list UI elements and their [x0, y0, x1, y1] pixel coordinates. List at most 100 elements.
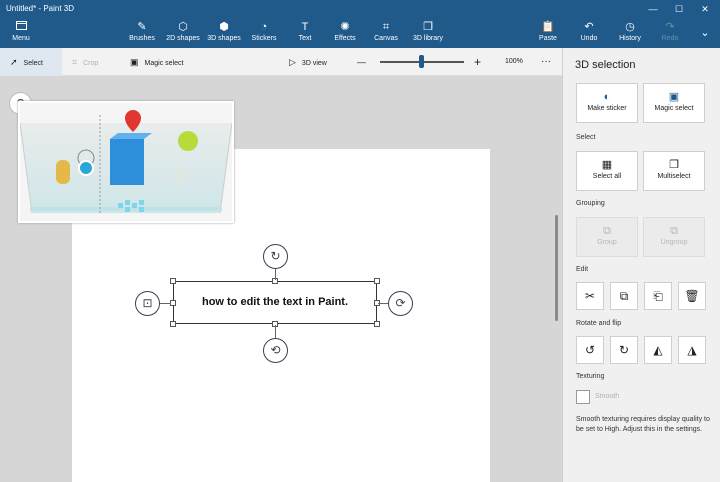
minimize-button[interactable]: — — [640, 0, 666, 18]
smooth-label: Smooth — [595, 393, 620, 400]
more-options-button[interactable]: ··· — [541, 48, 555, 76]
canvas-button[interactable]: ⌗ Canvas — [372, 20, 400, 47]
texturing-note: Smooth texturing requires display qualit… — [576, 416, 710, 433]
handle-connector — [275, 325, 276, 338]
multiselect-button[interactable]: ❐ Multiselect — [643, 151, 705, 191]
rotate-icon: ⟳ — [395, 296, 406, 310]
paste-icon: ⎗ — [653, 289, 663, 303]
flip-vertical-icon: ◮ — [687, 343, 697, 357]
magic-select-icon: ▣ — [668, 91, 680, 103]
2d-shapes-button[interactable]: ⬡ 2D shapes — [164, 20, 202, 47]
grouping-section-label: Grouping — [576, 200, 605, 207]
brush-icon: ✎ — [137, 21, 147, 33]
brushes-button[interactable]: ✎ Brushes — [127, 20, 157, 47]
3d-library-icon: ❒ — [423, 21, 433, 33]
text-icon: T — [301, 21, 309, 33]
history-button[interactable]: ◷ History — [617, 20, 643, 47]
copy-icon: ⧉ — [619, 289, 629, 303]
flip-horizontal-icon: ◭ — [653, 343, 663, 357]
rotate-icon: ↻ — [270, 249, 281, 263]
rotate-flip-section-label: Rotate and flip — [576, 320, 622, 327]
rotate-y-handle[interactable]: ⟳ — [388, 291, 413, 316]
effects-button[interactable]: ✺ Effects — [332, 20, 358, 47]
resize-handle[interactable] — [374, 278, 380, 284]
handle-connector — [275, 268, 276, 280]
ungroup-button[interactable]: ⧉ Ungroup — [643, 217, 705, 257]
smooth-checkbox[interactable] — [576, 390, 590, 404]
title-bar: Untitled* - Paint 3D — ☐ ✕ — [0, 0, 720, 18]
ungroup-icon: ⧉ — [670, 225, 678, 237]
magic-select-tool[interactable]: ▣ Magic select — [130, 48, 200, 76]
maximize-button[interactable]: ☐ — [666, 0, 692, 18]
stickers-icon: ◔ — [260, 21, 268, 33]
flip-vertical-button[interactable]: ◮ — [678, 336, 706, 364]
multiselect-icon: ❐ — [669, 159, 679, 171]
make-sticker-button[interactable]: ◐ Make sticker — [576, 83, 638, 123]
menu-button[interactable]: Menu — [8, 20, 34, 47]
3d-preview-scene — [19, 103, 233, 221]
zoom-slider-thumb[interactable] — [419, 55, 424, 68]
3d-library-button[interactable]: ❒ 3D library — [410, 20, 446, 47]
resize-handle[interactable] — [170, 321, 176, 327]
rotate-icon: ⟲ — [270, 343, 281, 357]
resize-handle[interactable] — [170, 278, 176, 284]
undo-icon: ↶ — [584, 21, 594, 33]
depth-handle[interactable]: ⊡ — [135, 291, 160, 316]
zoom-out-button[interactable]: — — [357, 48, 369, 76]
crop-tool[interactable]: ⌗ Crop — [72, 48, 118, 76]
cut-button[interactable]: ✂ — [576, 282, 604, 310]
3d-shapes-button[interactable]: ⬢ 3D shapes — [205, 20, 243, 47]
resize-handle[interactable] — [374, 321, 380, 327]
select-all-button[interactable]: ▦ Select all — [576, 151, 638, 191]
panel-magic-select-button[interactable]: ▣ Magic select — [643, 83, 705, 123]
panel-title: 3D selection — [575, 59, 636, 71]
flip-horizontal-button[interactable]: ◭ — [644, 336, 672, 364]
zoom-level: 100% — [505, 58, 523, 65]
redo-button[interactable]: ↷ Redo — [659, 20, 681, 47]
select-all-icon: ▦ — [601, 159, 613, 171]
paste-icon: 📋 — [541, 21, 555, 33]
group-button[interactable]: ⧉ Group — [576, 217, 638, 257]
delete-button[interactable]: 🗑 — [678, 282, 706, 310]
secondary-toolbar: ➚ Select ⌗ Crop ▣ Magic select ▷ 3D view — +… — [0, 48, 562, 76]
text-button[interactable]: T Text — [294, 20, 316, 47]
canvas-icon: ⌗ — [382, 21, 390, 33]
select-tool[interactable]: ➚ Select — [0, 48, 62, 76]
handle-connector — [378, 303, 388, 304]
3d-shapes-icon: ⬢ — [219, 21, 229, 33]
rotate-right-button[interactable]: ↻ — [610, 336, 638, 364]
scissors-icon: ✂ — [584, 289, 596, 303]
trash-icon: 🗑 — [684, 289, 700, 303]
3d-view-icon: ▷ — [289, 57, 296, 67]
close-button[interactable]: ✕ — [692, 0, 718, 18]
effects-icon: ✺ — [340, 21, 350, 33]
paste-panel-button[interactable]: ⎗ — [644, 282, 672, 310]
2d-shapes-icon: ⬡ — [178, 21, 188, 33]
sticker-icon: ◐ — [603, 91, 611, 103]
ribbon: Menu ✎ Brushes ⬡ 2D shapes ⬢ 3D shapes ◔… — [0, 18, 720, 48]
history-icon: ◷ — [625, 21, 635, 33]
copy-button[interactable]: ⧉ — [610, 282, 638, 310]
handle-connector — [159, 303, 171, 304]
rotate-z-handle[interactable]: ↻ — [263, 244, 288, 269]
redo-icon: ↷ — [665, 21, 675, 33]
undo-button[interactable]: ↶ Undo — [578, 20, 600, 47]
rotate-left-icon: ↺ — [584, 343, 596, 357]
push-back-icon: ⊡ — [142, 296, 153, 310]
stickers-button[interactable]: ◔ Stickers — [249, 20, 279, 47]
selected-text-box[interactable]: how to edit the text in Paint. — [173, 281, 377, 324]
folder-icon — [8, 20, 34, 34]
3d-view-toggle[interactable]: ▷ 3D view — [289, 48, 341, 76]
cursor-icon: ➚ — [10, 57, 18, 67]
window-title: Untitled* - Paint 3D — [6, 4, 75, 13]
3d-preview-panel — [18, 101, 234, 223]
rotate-left-button[interactable]: ↺ — [576, 336, 604, 364]
zoom-in-button[interactable]: + — [474, 48, 486, 76]
edit-section-label: Edit — [576, 266, 589, 273]
vertical-scrollbar[interactable] — [555, 215, 558, 321]
paste-button[interactable]: 📋 Paste — [537, 20, 559, 47]
chevron-down-icon: ⌄ — [700, 27, 710, 39]
texturing-section-label: Texturing — [576, 373, 605, 380]
crop-icon: ⌗ — [72, 57, 78, 67]
rotate-x-handle[interactable]: ⟲ — [263, 338, 288, 363]
